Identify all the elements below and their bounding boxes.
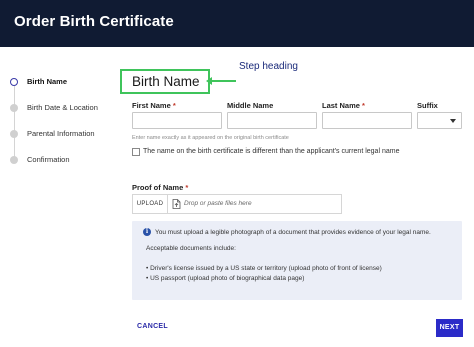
step-confirmation[interactable]: Confirmation xyxy=(9,154,121,166)
cancel-button[interactable]: CANCEL xyxy=(137,323,168,330)
middle-name-input[interactable] xyxy=(227,112,317,129)
required-mark: * xyxy=(362,101,365,110)
step-parental-information[interactable]: Parental Information xyxy=(9,128,121,140)
file-dropzone[interactable]: UPLOAD Drop or paste files here xyxy=(132,194,342,214)
info-list-item: • Driver's license issued by a US state … xyxy=(146,265,382,272)
step-pending-icon xyxy=(10,130,18,138)
info-text: You must upload a legible photograph of … xyxy=(155,229,431,236)
stepper-track xyxy=(14,86,15,162)
info-icon: i xyxy=(143,228,151,236)
last-name-label: Last Name * xyxy=(322,101,365,110)
step-label: Birth Name xyxy=(27,77,68,86)
info-text: Acceptable documents include: xyxy=(146,245,236,252)
step-pending-icon xyxy=(10,156,18,164)
info-list-item: • US passport (upload photo of biographi… xyxy=(146,275,305,282)
required-mark: * xyxy=(172,101,176,110)
step-label: Confirmation xyxy=(27,155,70,164)
name-different-label[interactable]: The name on the birth certificate is dif… xyxy=(143,148,399,155)
step-pending-icon xyxy=(10,104,18,112)
step-label: Parental Information xyxy=(27,129,95,138)
middle-name-label: Middle Name xyxy=(227,101,274,110)
dropzone-placeholder: Drop or paste files here xyxy=(184,200,252,207)
annotation-line xyxy=(210,80,236,82)
step-heading-highlight: Birth Name xyxy=(120,69,210,94)
info-panel: i You must upload a legible photograph o… xyxy=(132,221,462,300)
upload-button[interactable]: UPLOAD xyxy=(133,195,168,213)
step-birth-date-location[interactable]: Birth Date & Location xyxy=(9,102,121,114)
annotation-label: Step heading xyxy=(239,61,298,72)
next-button[interactable]: NEXT xyxy=(436,319,463,337)
step-label: Birth Date & Location xyxy=(27,103,98,112)
required-mark: * xyxy=(185,183,189,192)
annotation-arrow-icon xyxy=(206,77,212,85)
first-name-label: First Name * xyxy=(132,101,176,110)
proof-of-name-label: Proof of Name * xyxy=(132,183,189,192)
page-title: Order Birth Certificate xyxy=(14,13,174,30)
step-birth-name[interactable]: Birth Name xyxy=(9,76,121,88)
file-upload-icon xyxy=(172,199,181,209)
first-name-input[interactable] xyxy=(132,112,222,129)
chevron-down-icon xyxy=(450,119,456,123)
step-current-icon xyxy=(10,78,18,86)
name-hint: Enter name exactly as it appeared on the… xyxy=(132,135,289,141)
name-different-checkbox[interactable] xyxy=(132,148,140,156)
suffix-label: Suffix xyxy=(417,101,438,110)
suffix-select[interactable] xyxy=(417,112,462,129)
step-heading: Birth Name xyxy=(132,74,200,89)
last-name-input[interactable] xyxy=(322,112,412,129)
page-header: Order Birth Certificate xyxy=(0,0,474,47)
